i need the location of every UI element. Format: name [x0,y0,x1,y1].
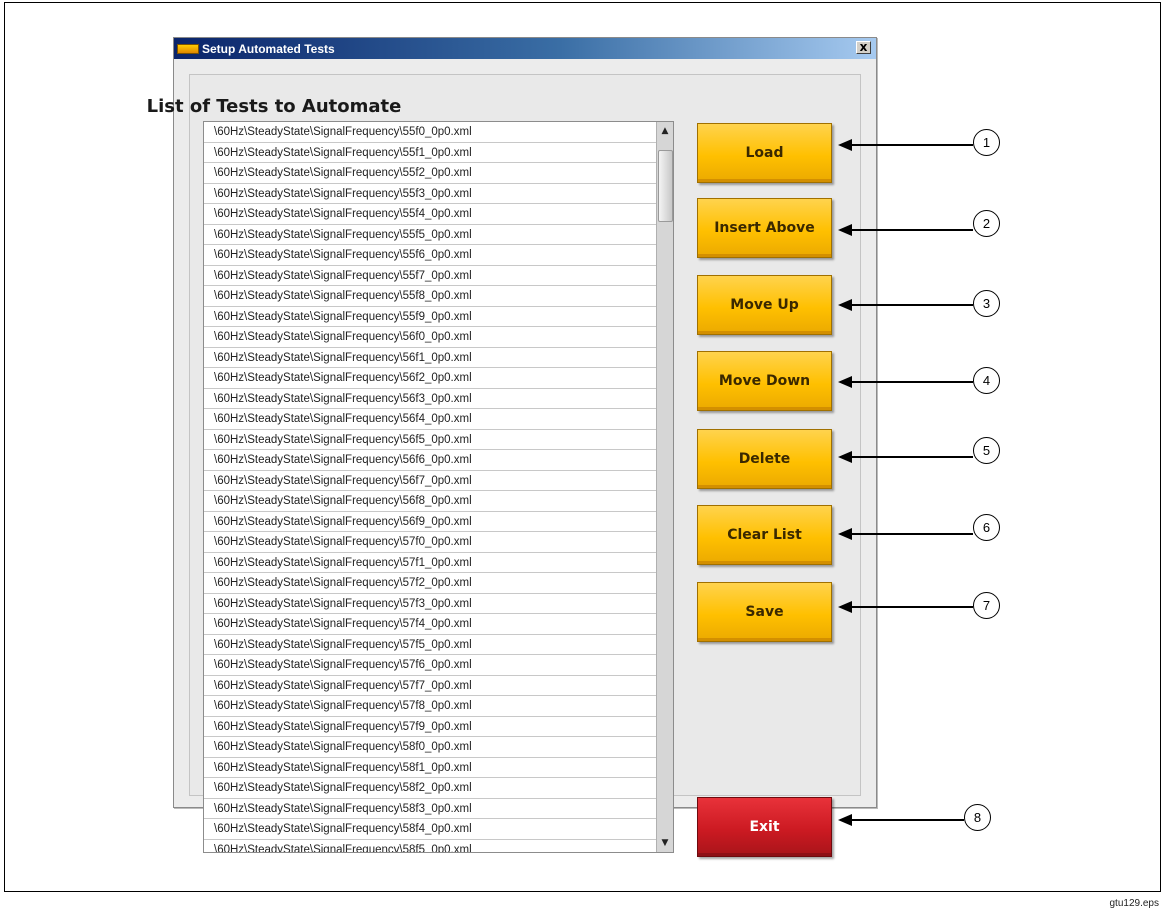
callout-3: 3 [973,290,1000,317]
list-item[interactable]: \60Hz\SteadyState\SignalFrequency\55f2_0… [204,163,656,184]
load-button[interactable]: Load [697,123,832,183]
callout-arrow-icon [838,224,852,236]
title-bar: Setup Automated Tests x [174,38,876,59]
list-item[interactable]: \60Hz\SteadyState\SignalFrequency\57f0_0… [204,532,656,553]
callout-arrow-icon [838,528,852,540]
list-item[interactable]: \60Hz\SteadyState\SignalFrequency\56f7_0… [204,471,656,491]
callout-line [852,381,973,383]
move-down-button[interactable]: Move Down [697,351,832,411]
callout-arrow-icon [838,601,852,613]
callout-line [852,229,973,231]
list-item[interactable]: \60Hz\SteadyState\SignalFrequency\58f4_0… [204,819,656,840]
list-item[interactable]: \60Hz\SteadyState\SignalFrequency\56f6_0… [204,450,656,471]
save-button[interactable]: Save [697,582,832,642]
list-item[interactable]: \60Hz\SteadyState\SignalFrequency\56f0_0… [204,327,656,348]
list-item[interactable]: \60Hz\SteadyState\SignalFrequency\58f1_0… [204,758,656,778]
scroll-up-icon[interactable]: ▲ [659,124,671,138]
close-button[interactable]: x [856,41,871,54]
clear-list-button[interactable]: Clear List [697,505,832,565]
list-item[interactable]: \60Hz\SteadyState\SignalFrequency\57f3_0… [204,594,656,614]
list-item[interactable]: \60Hz\SteadyState\SignalFrequency\57f9_0… [204,717,656,737]
callout-1: 1 [973,129,1000,156]
callout-2: 2 [973,210,1000,237]
tests-listbox[interactable]: \60Hz\SteadyState\SignalFrequency\55f0_0… [203,121,674,853]
list-item[interactable]: \60Hz\SteadyState\SignalFrequency\55f7_0… [204,266,656,286]
list-item[interactable]: \60Hz\SteadyState\SignalFrequency\58f0_0… [204,737,656,758]
list-item[interactable]: \60Hz\SteadyState\SignalFrequency\56f9_0… [204,512,656,532]
figure-code: gtu129.eps [1109,898,1160,909]
callout-arrow-icon [838,299,852,311]
callout-line [852,533,973,535]
list-item[interactable]: \60Hz\SteadyState\SignalFrequency\55f5_0… [204,225,656,245]
callout-arrow-icon [838,451,852,463]
delete-button[interactable]: Delete [697,429,832,489]
list-item[interactable]: \60Hz\SteadyState\SignalFrequency\58f3_0… [204,799,656,819]
list-item[interactable]: \60Hz\SteadyState\SignalFrequency\57f8_0… [204,696,656,717]
list-rows: \60Hz\SteadyState\SignalFrequency\55f0_0… [204,122,656,853]
callout-line [852,606,973,608]
callout-arrow-icon [838,376,852,388]
list-item[interactable]: \60Hz\SteadyState\SignalFrequency\58f2_0… [204,778,656,799]
insert-above-button[interactable]: Insert Above [697,198,832,258]
list-item[interactable]: \60Hz\SteadyState\SignalFrequency\56f3_0… [204,389,656,409]
list-item[interactable]: \60Hz\SteadyState\SignalFrequency\56f5_0… [204,430,656,450]
callout-line [852,456,973,458]
list-item[interactable]: \60Hz\SteadyState\SignalFrequency\55f8_0… [204,286,656,307]
list-item[interactable]: \60Hz\SteadyState\SignalFrequency\56f2_0… [204,368,656,389]
list-item[interactable]: \60Hz\SteadyState\SignalFrequency\57f5_0… [204,635,656,655]
callout-line [852,144,973,146]
move-up-button[interactable]: Move Up [697,275,832,335]
list-item[interactable]: \60Hz\SteadyState\SignalFrequency\56f4_0… [204,409,656,430]
exit-button[interactable]: Exit [697,797,832,857]
list-heading: List of Tests to Automate [146,96,402,117]
callout-line [852,819,964,821]
vertical-scrollbar[interactable]: ▲ ▼ [656,122,673,852]
list-item[interactable]: \60Hz\SteadyState\SignalFrequency\57f2_0… [204,573,656,594]
callout-arrow-icon [838,814,852,826]
window-title: Setup Automated Tests [202,41,335,56]
list-item[interactable]: \60Hz\SteadyState\SignalFrequency\55f4_0… [204,204,656,225]
callout-4: 4 [973,367,1000,394]
callout-6: 6 [973,514,1000,541]
callout-5: 5 [973,437,1000,464]
list-item[interactable]: \60Hz\SteadyState\SignalFrequency\56f8_0… [204,491,656,512]
callout-arrow-icon [838,139,852,151]
list-item[interactable]: \60Hz\SteadyState\SignalFrequency\55f6_0… [204,245,656,266]
app-icon [177,43,199,54]
list-item[interactable]: \60Hz\SteadyState\SignalFrequency\55f9_0… [204,307,656,327]
callout-line [852,304,973,306]
callout-8: 8 [964,804,991,831]
list-item[interactable]: \60Hz\SteadyState\SignalFrequency\57f1_0… [204,553,656,573]
list-item[interactable]: \60Hz\SteadyState\SignalFrequency\55f0_0… [204,122,656,143]
list-item[interactable]: \60Hz\SteadyState\SignalFrequency\55f1_0… [204,143,656,163]
callout-7: 7 [973,592,1000,619]
list-item[interactable]: \60Hz\SteadyState\SignalFrequency\57f4_0… [204,614,656,635]
list-item[interactable]: \60Hz\SteadyState\SignalFrequency\55f3_0… [204,184,656,204]
scrollbar-thumb[interactable] [658,150,673,222]
list-item[interactable]: \60Hz\SteadyState\SignalFrequency\57f6_0… [204,655,656,676]
list-item[interactable]: \60Hz\SteadyState\SignalFrequency\58f5_0… [204,840,656,853]
list-item[interactable]: \60Hz\SteadyState\SignalFrequency\57f7_0… [204,676,656,696]
scroll-down-icon[interactable]: ▼ [659,836,671,850]
list-item[interactable]: \60Hz\SteadyState\SignalFrequency\56f1_0… [204,348,656,368]
